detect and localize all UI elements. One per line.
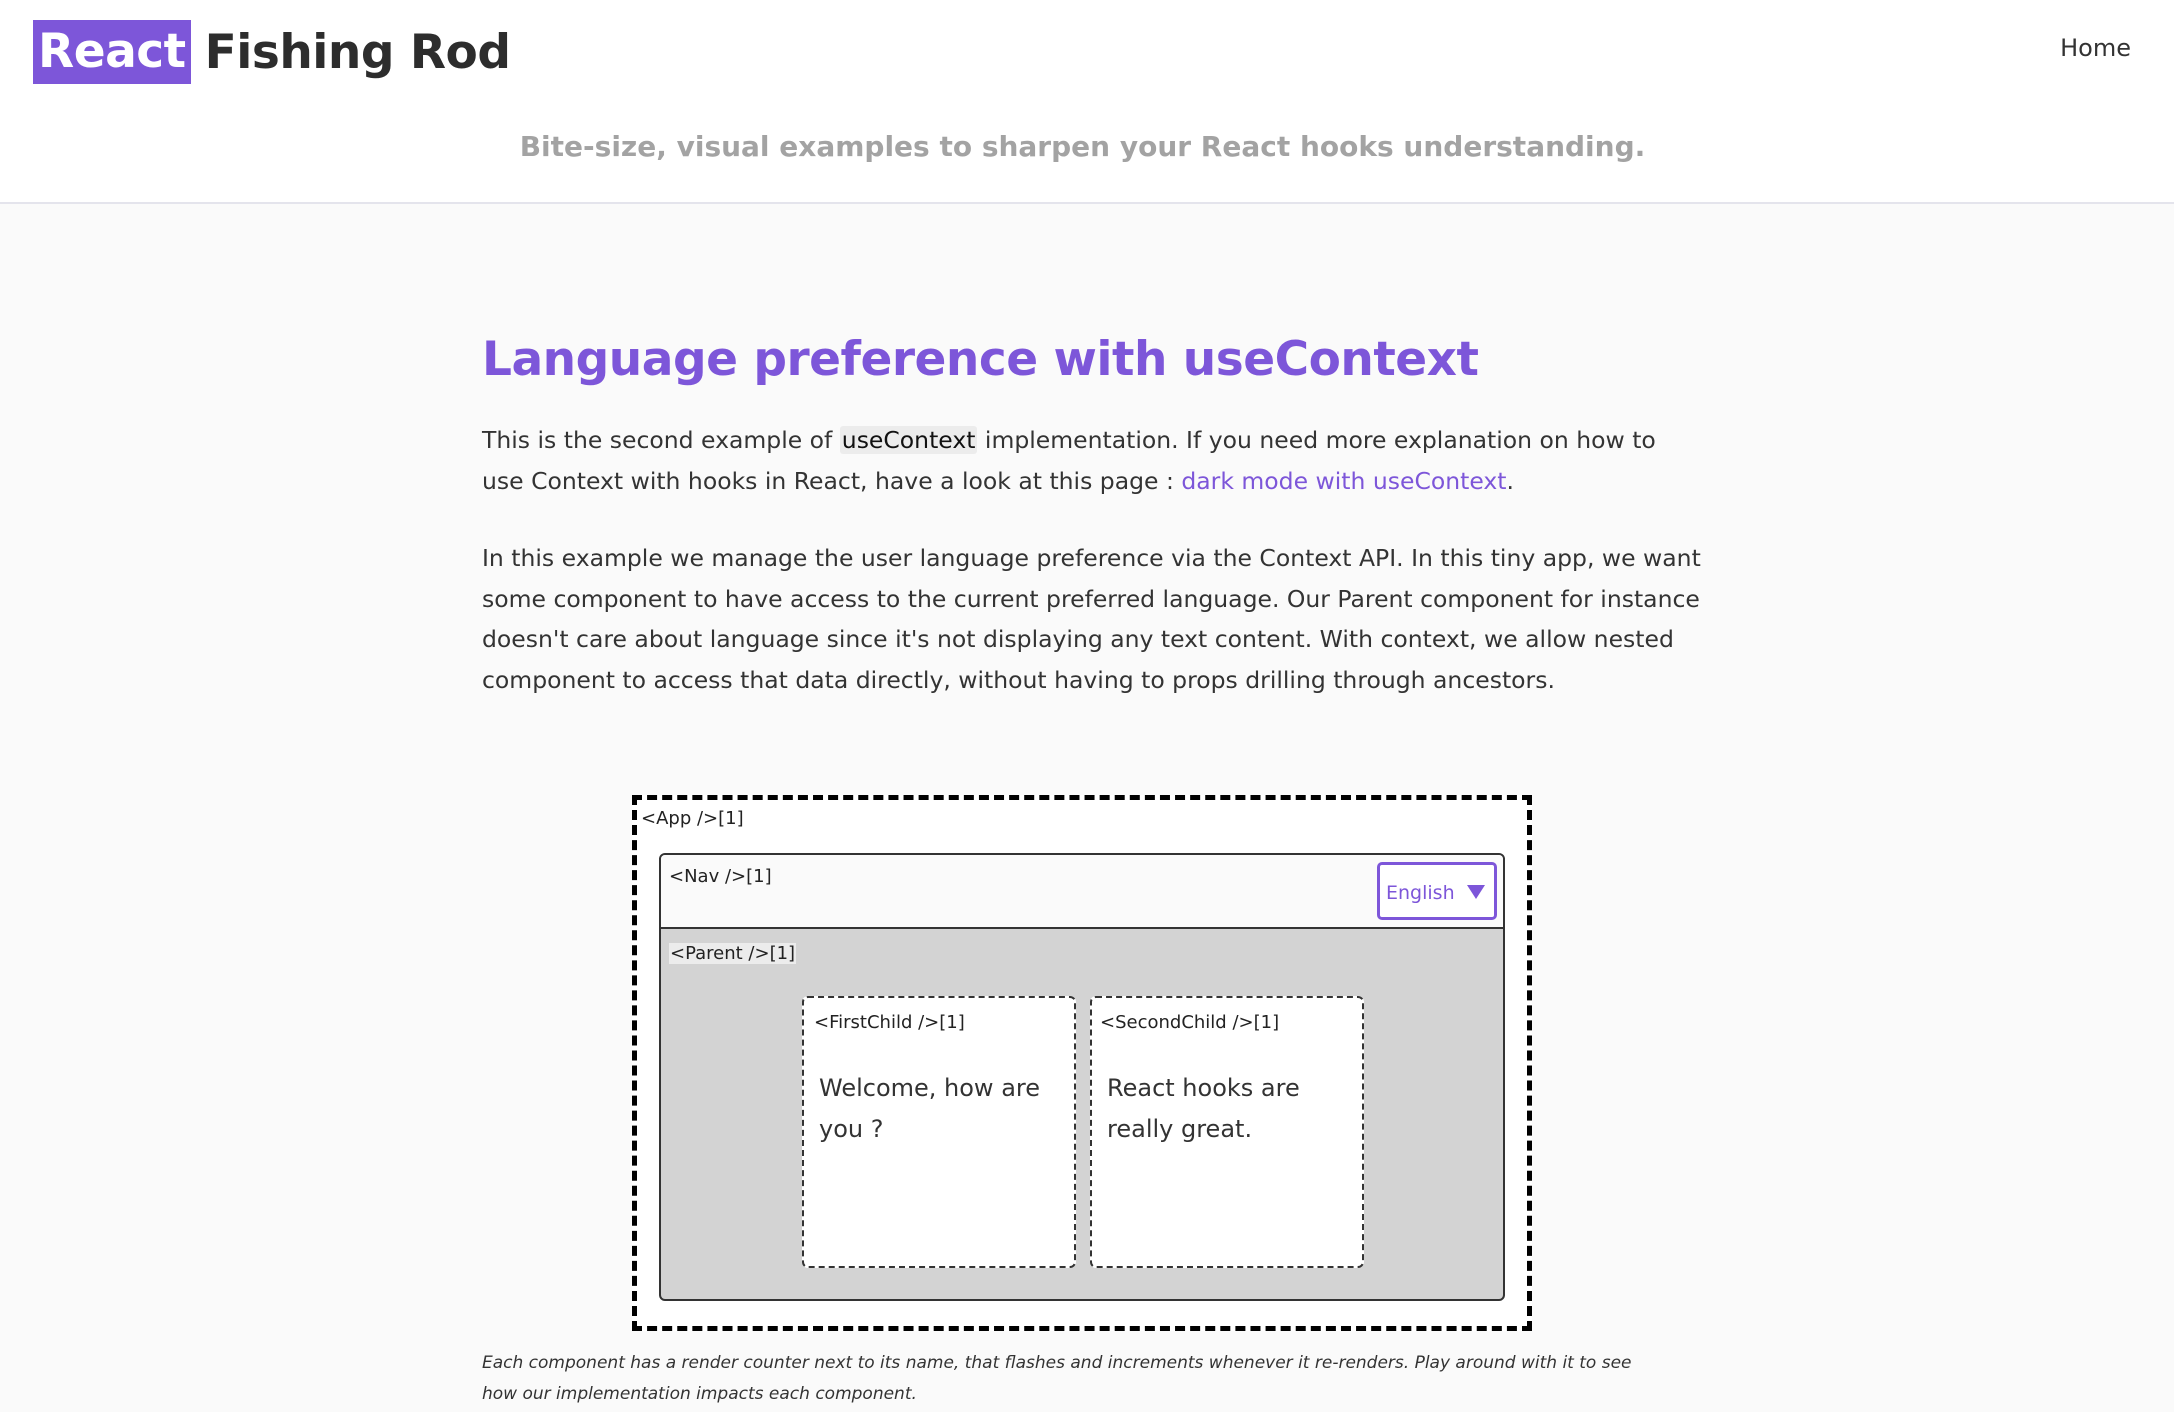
second-child-box: <SecondChild />[1] React hooks are reall…: [1090, 996, 1364, 1268]
language-select[interactable]: English: [1377, 862, 1497, 920]
language-select-value: English: [1386, 882, 1455, 904]
explanation-paragraph: In this example we manage the user langu…: [482, 544, 1701, 694]
dark-mode-link[interactable]: dark mode with useContext: [1181, 467, 1506, 495]
page-title: Language preference with useContext: [482, 332, 1479, 387]
intro-text: This is the second example of: [482, 426, 840, 454]
article: Language preference with useContext This…: [482, 330, 1702, 694]
nav-label: <Nav />[1]: [669, 866, 772, 887]
app-label: <App />[1]: [641, 808, 744, 829]
second-child-text: React hooks are really great.: [1107, 1074, 1300, 1143]
app-component-box: <App />[1] <Nav />[1] English <Parent />…: [632, 795, 1532, 1331]
logo-badge: React: [33, 20, 191, 84]
site-logo[interactable]: React Fishing Rod: [33, 20, 511, 84]
second-child-label: <SecondChild />[1]: [1100, 1012, 1280, 1033]
app-inner-container: <Nav />[1] English <Parent />[1] <FirstC…: [659, 853, 1505, 1301]
first-child-label: <FirstChild />[1]: [814, 1012, 965, 1033]
demo-caption: Each component has a render counter next…: [482, 1353, 1632, 1404]
intro-text-end: .: [1506, 466, 1514, 495]
parent-label: <Parent />[1]: [669, 943, 797, 964]
nav-home-link[interactable]: Home: [2060, 34, 2131, 62]
intro-paragraph: This is the second example of useContext…: [482, 420, 1702, 501]
first-child-box: <FirstChild />[1] Welcome, how are you ?: [802, 996, 1076, 1268]
logo-text: Fishing Rod: [204, 24, 511, 80]
parent-component-box: <Parent />[1] <FirstChild />[1] Welcome,…: [661, 931, 1503, 1299]
site-header: React Fishing Rod Home Bite-size, visual…: [0, 0, 2174, 204]
nav-component-box: <Nav />[1] English: [661, 855, 1503, 929]
first-child-text: Welcome, how are you ?: [819, 1074, 1041, 1143]
inline-code: useContext: [839, 426, 978, 454]
site-tagline: Bite-size, visual examples to sharpen yo…: [519, 130, 1646, 163]
chevron-down-icon: [1467, 885, 1485, 899]
